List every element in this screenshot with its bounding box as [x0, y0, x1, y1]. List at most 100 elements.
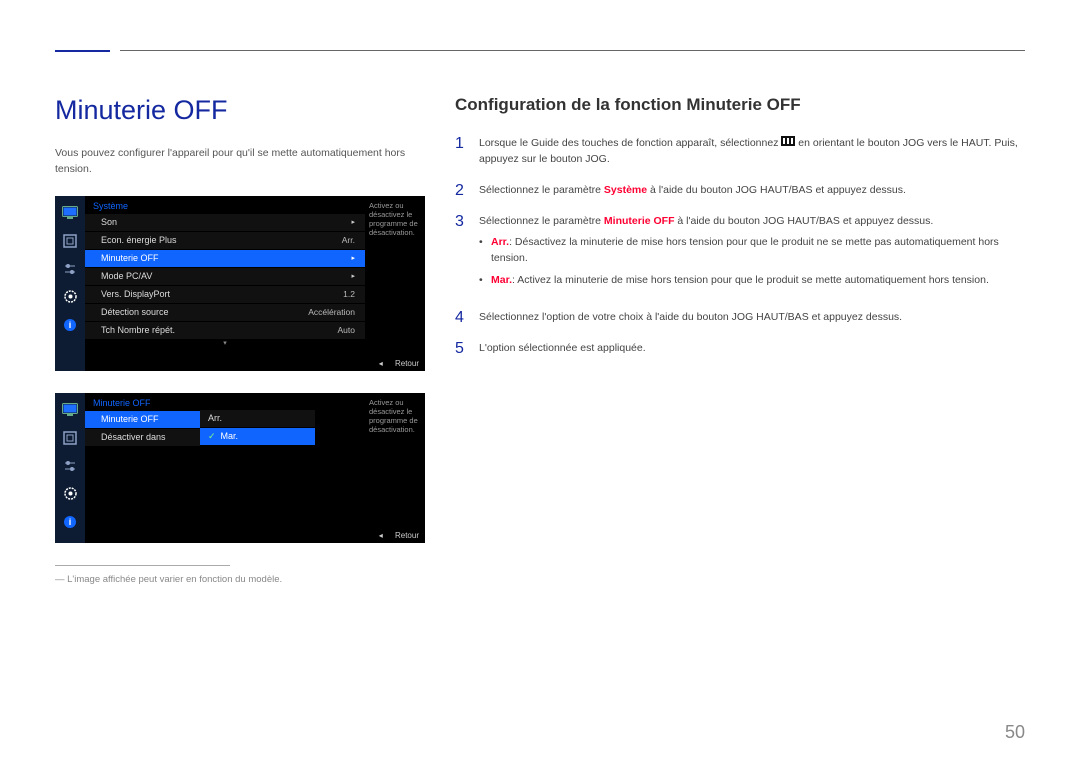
osd-submenu-row[interactable]: Désactiver dans: [85, 429, 200, 447]
osd-row-label: Son: [101, 217, 117, 227]
bullet-arr: • Arr.: Désactivez la minuterie de mise …: [479, 235, 1025, 267]
step-2: 2 Sélectionnez le paramètre Système à l'…: [455, 182, 1025, 200]
osd-menu-row[interactable]: Son ▸: [85, 214, 365, 232]
bullet-mar-label: Mar.: [491, 274, 512, 286]
svg-text:i: i: [69, 320, 72, 330]
square-icon[interactable]: [59, 427, 81, 449]
step-body: L'option sélectionnée est appliquée.: [479, 340, 1025, 356]
osd-row-label: Econ. énergie Plus: [101, 235, 177, 245]
osd-row-value: Arr.: [342, 235, 355, 245]
square-icon[interactable]: [59, 230, 81, 252]
monitor-icon[interactable]: [59, 202, 81, 224]
step-body: Lorsque le Guide des touches de fonction…: [479, 135, 1025, 168]
menu-grid-icon: [781, 135, 795, 151]
content-columns: Minuterie OFF Vous pouvez configurer l'a…: [55, 95, 1025, 585]
horizontal-rule: [120, 50, 1025, 51]
osd-menu-row[interactable]: Mode PC/AV ▸: [85, 268, 365, 286]
bullet-mar-text: : Activez la minuterie de mise hors tens…: [512, 274, 989, 286]
bullet-mar: • Mar.: Activez la minuterie de mise hor…: [479, 273, 1025, 289]
osd-header: Système: [85, 196, 365, 214]
scroll-down-caret[interactable]: ▾: [85, 340, 365, 348]
osd-menu-row[interactable]: Détection source Accélération: [85, 304, 365, 322]
osd-option-row[interactable]: Arr.: [200, 410, 315, 428]
slider-icon[interactable]: [59, 455, 81, 477]
bullet-dot: •: [479, 235, 483, 267]
osd-row-label: Vers. DisplayPort: [101, 289, 170, 299]
step-number: 4: [455, 309, 467, 327]
osd-options-column: Arr. ✓ Mar.: [200, 393, 315, 528]
osd-footer-label[interactable]: Retour: [395, 531, 419, 540]
osd-submenu-row[interactable]: Minuterie OFF: [85, 411, 200, 429]
info-icon[interactable]: i: [59, 511, 81, 533]
step-body: Sélectionnez l'option de votre choix à l…: [479, 309, 1025, 325]
step-number: 5: [455, 340, 467, 358]
osd-menu-systeme: i Système Son ▸ Econ. énergie Plus Arr. Minu…: [55, 196, 425, 371]
osd-footer-label[interactable]: Retour: [395, 359, 419, 368]
osd-options-spacer: [200, 393, 315, 410]
left-column: Minuterie OFF Vous pouvez configurer l'a…: [55, 95, 425, 585]
step-body: Sélectionnez le paramètre Minuterie OFF …: [479, 213, 1025, 295]
info-icon[interactable]: i: [59, 314, 81, 336]
chevron-right-icon: ▸: [351, 272, 355, 280]
section-subtitle: Configuration de la fonction Minuterie O…: [455, 95, 1025, 115]
osd-body: Minuterie OFF Minuterie OFFDésactiver da…: [85, 393, 425, 543]
osd-option-row[interactable]: ✓ Mar.: [200, 428, 315, 446]
footnote: L'image affichée peut varier en fonction…: [55, 574, 425, 585]
bullet-dot: •: [479, 273, 483, 289]
bullet-arr-text: : Désactivez la minuterie de mise hors t…: [491, 236, 999, 264]
osd-menu-row[interactable]: Tch Nombre répét.Auto: [85, 322, 365, 340]
osd-row-value: Auto: [338, 325, 356, 335]
back-arrow-icon[interactable]: ◂: [379, 531, 383, 540]
osd-row-label: Mode PC/AV: [101, 271, 152, 281]
osd-footer: ◂ Retour: [85, 528, 425, 543]
step-3-highlight: Minuterie OFF: [604, 215, 675, 227]
osd-icon-strip: i: [55, 393, 85, 543]
footnote-rule: [55, 565, 230, 566]
intro-text: Vous pouvez configurer l'appareil pour q…: [55, 146, 425, 178]
osd-menu-row[interactable]: Vers. DisplayPort1.2: [85, 286, 365, 304]
osd-row-label: Minuterie OFF: [101, 414, 159, 424]
osd-row-label: Détection source: [101, 307, 169, 317]
osd-menu-row[interactable]: Econ. énergie Plus Arr.: [85, 232, 365, 250]
right-column: Configuration de la fonction Minuterie O…: [455, 95, 1025, 585]
step-number: 3: [455, 213, 467, 231]
svg-text:i: i: [69, 517, 72, 527]
osd-row-value: Accélération: [308, 307, 355, 317]
back-arrow-icon[interactable]: ◂: [379, 359, 383, 368]
step-number: 1: [455, 135, 467, 153]
osd-body: Système Son ▸ Econ. énergie Plus Arr. Minute…: [85, 196, 425, 371]
step-number: 2: [455, 182, 467, 200]
osd-menu-column: Système Son ▸ Econ. énergie Plus Arr. Minute…: [85, 196, 365, 356]
osd-option-label: Mar.: [221, 431, 239, 441]
osd-description: Activez ou désactivez le programme de dé…: [365, 393, 425, 528]
step-3-text-b: à l'aide du bouton JOG HAUT/BAS et appuy…: [675, 215, 934, 227]
step-body: Sélectionnez le paramètre Système à l'ai…: [479, 182, 1025, 198]
osd-option-label: Arr.: [208, 413, 222, 423]
page-title: Minuterie OFF: [55, 95, 425, 126]
step-2-highlight: Système: [604, 184, 647, 196]
osd-footer: ◂ Retour: [85, 356, 425, 371]
osd-row-label: Désactiver dans: [101, 432, 166, 442]
monitor-icon[interactable]: [59, 399, 81, 421]
slider-icon[interactable]: [59, 258, 81, 280]
gear-icon[interactable]: [59, 483, 81, 505]
osd-description: Activez ou désactivez le programme de dé…: [365, 196, 425, 356]
step-3: 3 Sélectionnez le paramètre Minuterie OF…: [455, 213, 1025, 295]
gear-icon[interactable]: [59, 286, 81, 308]
bullet-arr-label: Arr.: [491, 236, 509, 248]
accent-bar: [55, 50, 110, 52]
chevron-right-icon: ▸: [351, 218, 355, 226]
osd-row-area: Minuterie OFF Minuterie OFFDésactiver da…: [85, 393, 425, 528]
check-icon: ✓: [208, 431, 216, 442]
step-2-text-b: à l'aide du bouton JOG HAUT/BAS et appuy…: [647, 184, 906, 196]
page: Minuterie OFF Vous pouvez configurer l'a…: [0, 0, 1080, 585]
osd-row-label: Minuterie OFF: [101, 253, 159, 263]
chevron-right-icon: ▸: [351, 254, 355, 262]
osd-icon-strip: i: [55, 196, 85, 371]
step-5: 5 L'option sélectionnée est appliquée.: [455, 340, 1025, 358]
step-1: 1 Lorsque le Guide des touches de foncti…: [455, 135, 1025, 168]
page-number: 50: [1005, 722, 1025, 743]
step-3-text-a: Sélectionnez le paramètre: [479, 215, 604, 227]
osd-menu-row[interactable]: Minuterie OFF ▸: [85, 250, 365, 268]
step-3-bullets: • Arr.: Désactivez la minuterie de mise …: [479, 235, 1025, 288]
